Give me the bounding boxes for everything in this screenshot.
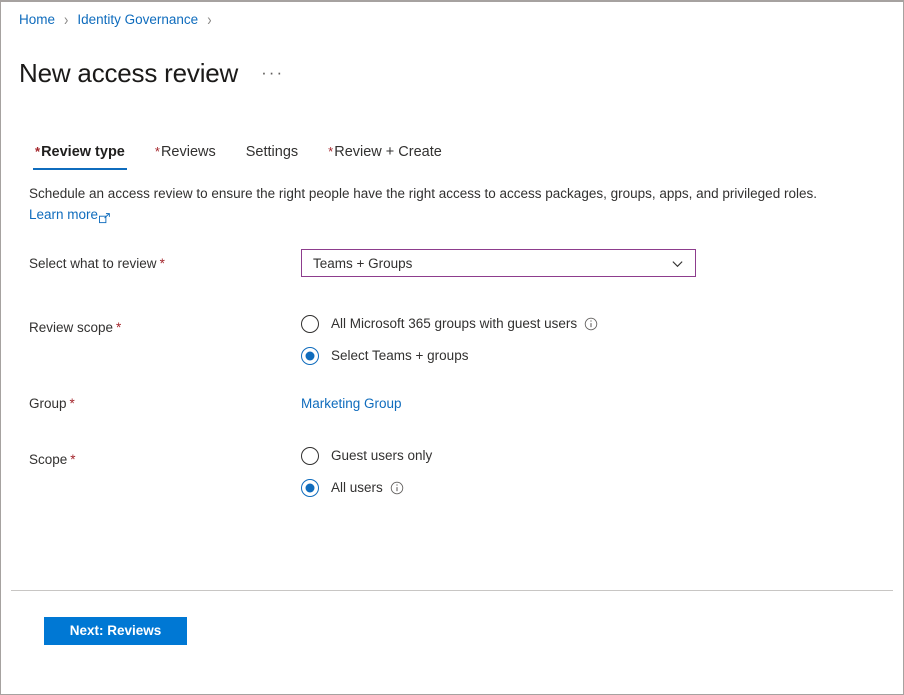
radio-all-users[interactable]: All users — [301, 478, 904, 498]
field-review-scope: Review scope* All Microsoft 365 groups w… — [1, 314, 904, 366]
tab-required-marker: * — [155, 144, 160, 159]
label-text: Select what to review — [29, 256, 157, 271]
field-select-what-to-review: Select what to review* Teams + Groups — [1, 254, 904, 277]
field-control: Marketing Group — [301, 394, 904, 414]
breadcrumb-separator-icon: › — [207, 9, 211, 32]
field-control: Teams + Groups — [301, 254, 904, 277]
tab-review-type[interactable]: *Review type — [27, 142, 133, 170]
radio-select-teams-and-groups[interactable]: Select Teams + groups — [301, 346, 904, 366]
field-label-group: Group* — [1, 394, 301, 414]
access-review-page: Home › Identity Governance › New access … — [0, 0, 904, 695]
radio-label: All Microsoft 365 groups with guest user… — [331, 314, 577, 334]
label-text: Scope — [29, 452, 67, 467]
select-what-to-review-dropdown[interactable]: Teams + Groups — [301, 249, 696, 277]
description-text: Schedule an access review to ensure the … — [29, 183, 889, 204]
title-row: New access review ··· — [19, 39, 287, 108]
label-text: Group — [29, 396, 67, 411]
radio-guest-users-only[interactable]: Guest users only — [301, 446, 904, 466]
required-marker: * — [70, 396, 75, 411]
review-scope-radio-group: All Microsoft 365 groups with guest user… — [301, 314, 904, 366]
more-options-icon[interactable]: ··· — [258, 56, 287, 90]
tab-label: Settings — [246, 144, 298, 160]
tab-review-create[interactable]: *Review + Create — [320, 142, 450, 170]
radio-indicator — [301, 315, 319, 333]
learn-more-link[interactable]: Learn more — [29, 204, 110, 225]
page-title: New access review — [19, 56, 238, 90]
radio-label: Select Teams + groups — [331, 346, 468, 366]
breadcrumb-separator-icon: › — [64, 9, 68, 32]
tab-required-marker: * — [328, 144, 333, 159]
field-label-select-what-to-review: Select what to review* — [1, 254, 301, 274]
tab-label: Review + Create — [334, 144, 442, 160]
field-control: Guest users only All users — [301, 446, 904, 498]
field-control: All Microsoft 365 groups with guest user… — [301, 314, 904, 366]
radio-label: All users — [331, 478, 383, 498]
description-block: Schedule an access review to ensure the … — [29, 183, 889, 225]
tab-reviews[interactable]: *Reviews — [147, 142, 224, 170]
footer-divider — [11, 590, 893, 591]
field-label-scope: Scope* — [1, 446, 301, 470]
breadcrumb-item-identity-governance[interactable]: Identity Governance — [77, 11, 198, 29]
next-reviews-button[interactable]: Next: Reviews — [44, 617, 187, 645]
radio-indicator — [301, 447, 319, 465]
scope-radio-group: Guest users only All users — [301, 446, 904, 498]
radio-label: Guest users only — [331, 446, 432, 466]
radio-all-m365-groups-with-guest-users[interactable]: All Microsoft 365 groups with guest user… — [301, 314, 904, 334]
tab-settings[interactable]: Settings — [238, 142, 306, 170]
field-group: Group* Marketing Group — [1, 394, 904, 414]
field-scope: Scope* Guest users only All users — [1, 446, 904, 498]
external-link-icon — [99, 209, 110, 220]
form-area: Select what to review* Teams + Groups Re… — [1, 254, 904, 498]
radio-indicator — [301, 347, 319, 365]
tab-label: Reviews — [161, 144, 216, 160]
required-marker: * — [160, 256, 165, 271]
tab-required-marker: * — [35, 144, 40, 159]
learn-more-label: Learn more — [29, 204, 98, 225]
label-text: Review scope — [29, 320, 113, 335]
info-icon[interactable] — [584, 317, 598, 331]
chevron-down-icon — [671, 257, 684, 270]
tab-label: Review type — [41, 144, 125, 160]
required-marker: * — [70, 452, 75, 467]
breadcrumb: Home › Identity Governance › — [19, 11, 221, 29]
tab-bar: *Review type *Reviews Settings *Review +… — [27, 138, 450, 170]
radio-indicator — [301, 479, 319, 497]
required-marker: * — [116, 320, 121, 335]
info-icon[interactable] — [390, 481, 404, 495]
breadcrumb-item-home[interactable]: Home — [19, 11, 55, 29]
selected-group-link[interactable]: Marketing Group — [301, 396, 402, 411]
dropdown-selected-value: Teams + Groups — [313, 256, 412, 271]
field-label-review-scope: Review scope* — [1, 314, 301, 338]
